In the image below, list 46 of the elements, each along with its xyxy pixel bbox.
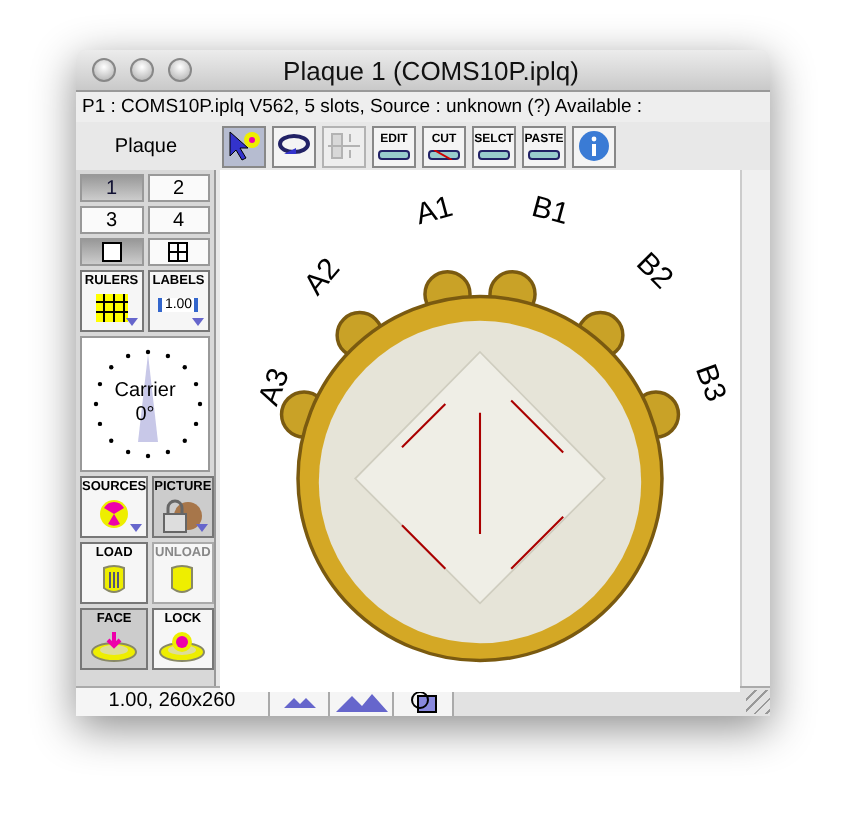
page-button[interactable]: 4 — [147, 206, 210, 234]
down-arrow-plate-icon — [90, 630, 139, 662]
view-button[interactable] — [147, 238, 210, 266]
dropdown-arrow-icon[interactable] — [195, 524, 208, 532]
grid-icon — [93, 292, 130, 324]
info-icon — [578, 130, 610, 162]
radiation-plate-icon — [158, 630, 207, 662]
dropdown-arrow-icon[interactable] — [130, 524, 143, 532]
slot-label: B1 — [528, 189, 573, 233]
grid-icon — [168, 242, 189, 262]
view-button[interactable] — [80, 238, 143, 266]
bar-icon — [528, 149, 560, 159]
holder-icon — [100, 564, 129, 596]
slot-label: A3 — [252, 363, 297, 411]
window-title: Plaque 1 (COMS10P.iplq) — [281, 55, 581, 85]
bar-icon — [378, 149, 410, 159]
slot-label: B3 — [688, 359, 733, 407]
cursor-icon — [226, 130, 262, 162]
overlap-shapes-icon — [409, 690, 437, 714]
minimize-button[interactable] — [130, 58, 154, 82]
pointer-tool[interactable] — [222, 125, 266, 167]
rotate-tool[interactable] — [272, 125, 316, 167]
page-button[interactable]: 1 — [80, 174, 143, 202]
slot-label: A1 — [412, 189, 457, 233]
radiation-icon — [98, 498, 131, 530]
close-button[interactable] — [92, 58, 116, 82]
scrollbar[interactable] — [740, 170, 770, 686]
page-button[interactable]: 3 — [80, 206, 143, 234]
small-mountains-icon — [283, 696, 315, 708]
zoom-button[interactable] — [168, 58, 192, 82]
carrier-dial[interactable]: Carrier 0° — [80, 336, 210, 472]
plaque-label: Plaque — [112, 135, 180, 157]
square-icon — [101, 242, 122, 262]
slot-label: A2 — [297, 252, 348, 302]
page-button[interactable]: 2 — [147, 174, 210, 202]
dropdown-arrow-icon[interactable] — [192, 318, 204, 326]
resize-grip[interactable] — [746, 690, 770, 714]
slashed-bar-icon — [428, 149, 460, 159]
align-icon — [326, 130, 362, 162]
info-button[interactable] — [572, 125, 616, 167]
zoom-readout: 1.00, 260x260 — [76, 688, 270, 716]
padlock-icon — [160, 498, 205, 534]
slot-label: B2 — [629, 246, 680, 296]
holder-icon — [168, 564, 197, 596]
dropdown-arrow-icon[interactable] — [125, 318, 137, 326]
bar-icon — [478, 149, 510, 159]
